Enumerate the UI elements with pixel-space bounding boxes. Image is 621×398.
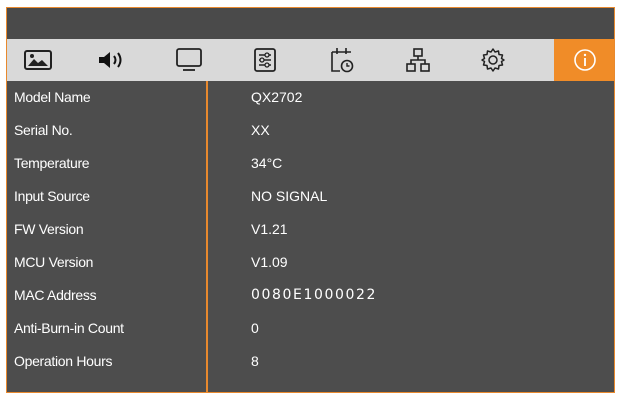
- info-label: Input Source: [14, 188, 90, 204]
- tab-audio[interactable]: [82, 39, 142, 81]
- monitor-icon: [176, 48, 202, 71]
- info-value: XX: [251, 122, 270, 138]
- info-label: Model Name: [14, 89, 91, 105]
- info-row-temperature: Temperature 34°C: [7, 147, 614, 180]
- tab-adjust[interactable]: [235, 39, 295, 81]
- speaker-icon: [99, 52, 122, 68]
- tab-network[interactable]: [388, 39, 448, 81]
- info-row-input-source: Input Source NO SIGNAL: [7, 180, 614, 213]
- tab-schedule[interactable]: [312, 39, 372, 81]
- gear-icon: [481, 48, 505, 72]
- info-value: 34°C: [251, 155, 283, 171]
- info-value: 8: [251, 353, 259, 369]
- info-label: Serial No.: [14, 122, 73, 138]
- info-value: 0: [251, 320, 259, 336]
- osd-menu: Model Name QX2702 Serial No. XX Temperat…: [6, 7, 615, 393]
- network-icon: [406, 48, 430, 72]
- info-label: Anti-Burn-in Count: [14, 320, 124, 336]
- info-label: MCU Version: [14, 254, 94, 270]
- tab-settings[interactable]: [463, 39, 523, 81]
- info-value: V1.09: [251, 254, 288, 270]
- info-row-operation-hours: Operation Hours 8: [7, 345, 614, 378]
- calendar-timer-icon: [331, 48, 354, 73]
- info-icon: [574, 49, 596, 71]
- info-row-serial: Serial No. XX: [7, 114, 614, 147]
- info-label: Temperature: [14, 155, 90, 171]
- info-row-anti-burn-in: Anti-Burn-in Count 0: [7, 312, 614, 345]
- info-row-model-name: Model Name QX2702: [7, 81, 614, 114]
- info-value: QX2702: [251, 89, 303, 105]
- info-row-mcu-version: MCU Version V1.09: [7, 246, 614, 279]
- title-bar: [7, 8, 614, 38]
- tab-picture[interactable]: [8, 39, 68, 81]
- info-value: NO SIGNAL: [251, 188, 328, 204]
- info-value: 0080E1000022: [251, 287, 378, 303]
- info-label: Operation Hours: [14, 353, 113, 369]
- information-panel: Model Name QX2702 Serial No. XX Temperat…: [7, 81, 614, 392]
- info-label: MAC Address: [14, 287, 97, 303]
- picture-icon: [24, 50, 52, 70]
- info-value: V1.21: [251, 221, 288, 237]
- info-row-mac-address: MAC Address 0080E1000022: [7, 279, 614, 312]
- sliders-icon: [254, 48, 276, 72]
- info-row-fw-version: FW Version V1.21: [7, 213, 614, 246]
- tab-information[interactable]: [554, 39, 614, 81]
- tab-bar: [7, 39, 614, 81]
- info-label: FW Version: [14, 221, 84, 237]
- tab-display[interactable]: [159, 39, 219, 81]
